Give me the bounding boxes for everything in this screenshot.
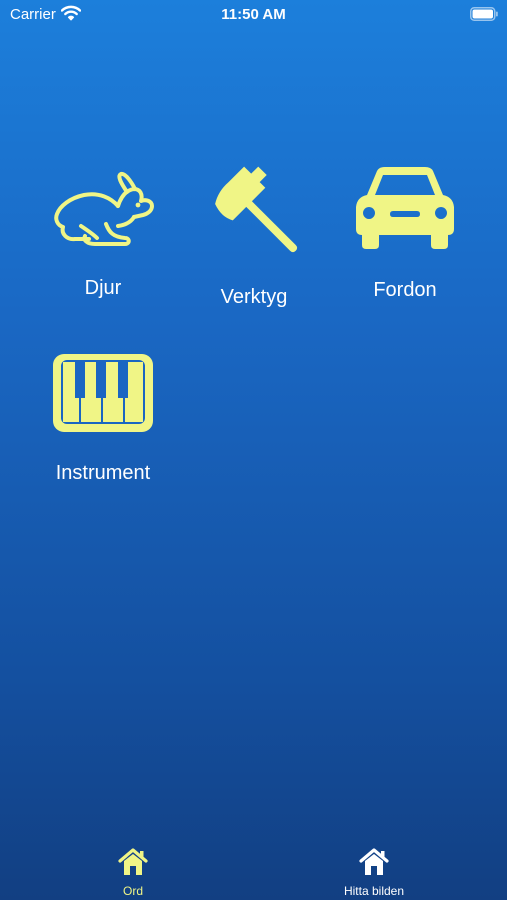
home-icon [359, 848, 389, 875]
category-label: Djur [84, 277, 122, 299]
category-label: Verktyg [220, 286, 288, 308]
category-instrument[interactable]: Instrument [43, 352, 163, 492]
category-fordon[interactable]: Fordon [345, 165, 465, 310]
tab-label: Hitta bilden [343, 884, 405, 898]
status-time: 11:50 AM [221, 6, 286, 23]
battery-icon [470, 7, 498, 21]
rabbit-icon [54, 171, 154, 246]
tab-ord[interactable]: Ord [68, 838, 198, 900]
category-label: Instrument [55, 462, 151, 484]
car-icon [356, 167, 454, 249]
category-label: Fordon [373, 279, 437, 301]
home-icon [118, 848, 148, 875]
piano-icon [53, 354, 153, 432]
status-bar: Carrier 11:50 AM [0, 0, 507, 30]
category-verktyg[interactable]: Verktyg [194, 160, 314, 315]
tab-hitta-bilden[interactable]: Hitta bilden [309, 838, 439, 900]
tab-label: Ord [122, 884, 143, 898]
tab-bar: Ord Hitta bilden [0, 838, 507, 900]
hammer-icon [215, 166, 298, 253]
category-djur[interactable]: Djur [43, 170, 163, 305]
